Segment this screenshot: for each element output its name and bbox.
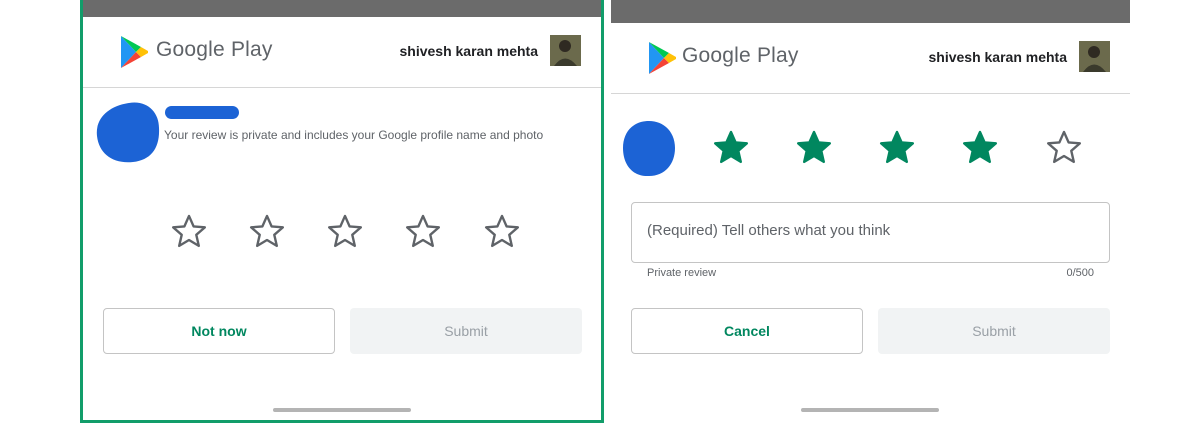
review-textarea[interactable]: (Required) Tell others what you think [631,202,1110,263]
avatar [1079,41,1110,72]
profile-photo-icon [550,35,581,66]
google-play-logo-icon [649,42,676,74]
google-play-logo-icon [121,36,148,68]
star-3-icon[interactable] [878,128,916,166]
submit-button[interactable]: Submit [878,308,1110,354]
home-indicator[interactable] [801,408,939,412]
avatar [550,35,581,66]
character-counter: 0/500 [1066,267,1094,279]
star-1-icon[interactable] [712,128,750,166]
not-now-button[interactable]: Not now [103,308,335,354]
star-5-icon[interactable] [483,212,521,250]
dialog-header: Google Play shivesh karan mehta [611,23,1130,94]
status-bar [83,0,601,17]
submit-button[interactable]: Submit [350,308,582,354]
user-name: shivesh karan mehta [399,43,538,59]
brand-name: Google Play [682,44,799,67]
private-note: Your review is private and includes your… [164,128,544,142]
rating-dialog-initial: Google Play shivesh karan mehta Your rev… [80,0,604,423]
rating-dialog-rated: Google Play shivesh karan mehta (Require… [611,0,1130,431]
star-1-icon[interactable] [170,212,208,250]
user-name: shivesh karan mehta [928,49,1067,65]
star-4-icon[interactable] [961,128,999,166]
star-4-icon[interactable] [404,212,442,250]
star-2-icon[interactable] [248,212,286,250]
dialog-header: Google Play shivesh karan mehta [83,17,601,88]
redacted-profile-blob [623,121,675,177]
home-indicator[interactable] [273,408,411,412]
profile-photo-icon [1079,41,1110,72]
status-bar [611,0,1130,23]
cancel-button[interactable]: Cancel [631,308,863,354]
star-2-icon[interactable] [795,128,833,166]
brand-name: Google Play [156,38,273,61]
star-5-icon[interactable] [1045,128,1083,166]
private-review-label: Private review [647,267,717,279]
star-3-icon[interactable] [326,212,364,250]
